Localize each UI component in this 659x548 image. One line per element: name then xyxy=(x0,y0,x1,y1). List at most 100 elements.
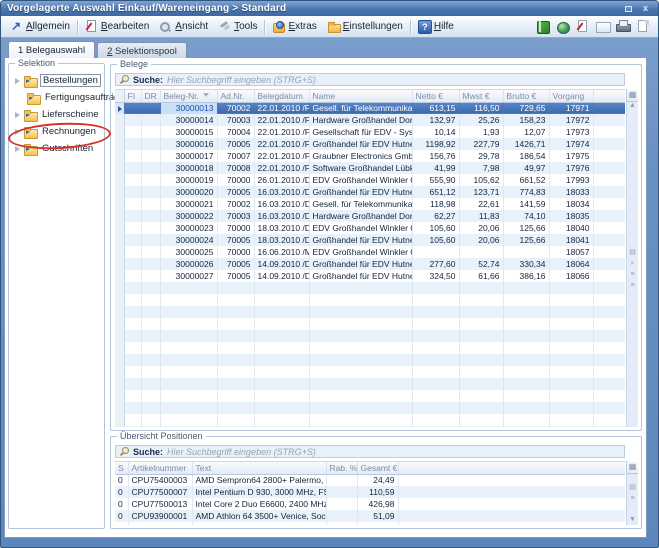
column-header[interactable]: S xyxy=(115,462,128,474)
cell: EDV Großhandel Winkler GmbH xyxy=(309,246,412,258)
grid-button-edit-icon[interactable]: ≡ xyxy=(630,493,634,504)
menu-item-allgemein[interactable]: Allgemein xyxy=(5,18,75,35)
grid-button-edit-icon[interactable]: ≡ xyxy=(630,269,634,280)
scroll-down-icon[interactable]: ▼ xyxy=(629,514,636,525)
cell xyxy=(217,294,254,306)
table-row[interactable]: 300000267000514.09.2010 /DiGroßhandel fü… xyxy=(115,258,625,270)
title-bar[interactable]: Vorgelagerte Auswahl Einkauf/Wareneingan… xyxy=(1,1,658,16)
edit-page-icon[interactable] xyxy=(576,20,590,33)
table-row[interactable]: 300000277000514.09.2010 /DiGroßhandel fü… xyxy=(115,270,625,282)
row-indicator xyxy=(115,114,124,126)
column-header[interactable]: Artikelnummer xyxy=(128,462,192,474)
tab-belegauswahl[interactable]: 1 Belegauswahl xyxy=(8,41,95,58)
menu-item-einstellungen[interactable]: Einstellungen xyxy=(322,18,408,35)
cell: 386,16 xyxy=(503,270,549,282)
grid-button-find-icon[interactable]: ⌕ xyxy=(631,258,635,269)
table-row[interactable]: 300000187000822.01.2010 /FrSoftware Groß… xyxy=(115,162,625,174)
empty-row xyxy=(115,282,625,294)
cell: AMD Athlon 64 3500+ Venice, Sockel 939 xyxy=(192,510,326,522)
tree-item-gutschriften[interactable]: Gutschriften xyxy=(13,140,102,157)
cell: 125,66 xyxy=(503,222,549,234)
menu-item-bearbeiten[interactable]: Bearbeiten xyxy=(80,18,154,35)
column-header[interactable]: Name xyxy=(309,90,412,102)
expand-arrow-icon[interactable] xyxy=(13,129,21,135)
column-chooser-icon[interactable]: ▦ xyxy=(626,89,638,102)
table-row[interactable]: 300000147000322.01.2010 /FrHardware Groß… xyxy=(115,114,625,126)
cell xyxy=(217,366,254,378)
tree-item-lieferscheine[interactable]: Lieferscheine xyxy=(13,106,102,123)
grid-button-panel-icon[interactable]: ▤ xyxy=(629,247,636,258)
grid-button-panel-icon[interactable]: ▤ xyxy=(629,482,636,493)
table-row[interactable]: 0CPU77500013Intel Core 2 Duo E6600, 2400… xyxy=(115,498,625,510)
tree-item-rechnungen[interactable]: Rechnungen xyxy=(13,123,102,140)
cell: 10,14 xyxy=(412,126,459,138)
table-row[interactable]: 0CPU77500007Intel Pentium D 930, 3000 MH… xyxy=(115,486,625,498)
printer-icon[interactable] xyxy=(616,20,630,33)
column-header[interactable]: Brutto € xyxy=(503,90,549,102)
column-header[interactable]: Mwst € xyxy=(459,90,503,102)
table-row[interactable]: 300000247000518.03.2010 /DoGroßhandel fü… xyxy=(115,234,625,246)
globe-icon[interactable] xyxy=(556,20,570,33)
cell xyxy=(412,390,459,402)
column-header[interactable]: Vorgang xyxy=(549,90,593,102)
green-book-icon[interactable] xyxy=(536,20,550,33)
cell: EDV Großhandel Winkler GmbH xyxy=(309,222,412,234)
menu-item-hilfe[interactable]: Hilfe xyxy=(413,18,459,35)
table-row[interactable]: 300000197000026.01.2010 /DiEDV Großhande… xyxy=(115,174,625,186)
belege-grid-scrollbar[interactable]: ⊼ ▲ ▤ ⌕ ≡ ≡ xyxy=(626,89,638,427)
table-row[interactable]: 300000207000516.03.2010 /DiGroßhandel fü… xyxy=(115,186,625,198)
cell xyxy=(141,390,160,402)
column-header[interactable]: DR xyxy=(141,90,160,102)
expand-arrow-icon[interactable] xyxy=(13,78,21,84)
restore-icon[interactable] xyxy=(622,3,635,14)
row-indicator xyxy=(115,210,124,222)
column-header[interactable]: Belegdatum xyxy=(254,90,309,102)
cell xyxy=(309,366,412,378)
table-row[interactable]: 300000237000018.03.2010 /DoEDV Großhande… xyxy=(115,222,625,234)
cell: 51,09 xyxy=(357,510,398,522)
tree-item-fertigungsauftraege[interactable]: Fertigungsaufträge xyxy=(13,89,102,106)
tree-item-bestellungen[interactable]: Bestellungen xyxy=(13,72,102,89)
table-row[interactable]: 0CPU93900001AMD Athlon 64 3500+ Venice, … xyxy=(115,510,625,522)
menu-item-tools[interactable]: Tools xyxy=(213,18,262,35)
cell: 17993 xyxy=(549,174,593,186)
cell: 30000024 xyxy=(160,234,217,246)
tab-selektionspool[interactable]: 2 Selektionspool xyxy=(97,42,187,58)
close-icon[interactable]: x xyxy=(639,3,652,14)
row-indicator xyxy=(115,330,124,342)
menu-item-ansicht[interactable]: Ansicht xyxy=(154,18,213,35)
cell xyxy=(549,342,593,354)
table-row[interactable]: 300000257000016.06.2010 /MiEDV Großhande… xyxy=(115,246,625,258)
menu-item-extras[interactable]: Extras xyxy=(267,18,321,35)
column-header[interactable]: Ad.Nr. xyxy=(217,90,254,102)
table-row[interactable]: 300000227000316.03.2010 /DiHardware Groß… xyxy=(115,210,625,222)
table-row[interactable]: 300000167000522.01.2010 /FrGroßhandel fü… xyxy=(115,138,625,150)
column-header[interactable]: Netto € xyxy=(412,90,459,102)
column-header[interactable]: Beleg-Nr. xyxy=(160,90,217,102)
table-row[interactable]: 300000217000216.03.2010 /DiGesell. für T… xyxy=(115,198,625,210)
column-header[interactable]: Gesamt € xyxy=(357,462,398,474)
new-page-icon[interactable] xyxy=(636,20,650,33)
table-row[interactable]: 300000157000422.01.2010 /FrGesellschaft … xyxy=(115,126,625,138)
column-chooser-icon[interactable]: ▦ xyxy=(626,461,638,474)
cell xyxy=(141,402,160,414)
column-header[interactable]: Rab. % xyxy=(326,462,357,474)
cell xyxy=(141,186,160,198)
envelope-icon[interactable] xyxy=(596,20,610,33)
column-header[interactable]: FI xyxy=(124,90,141,102)
cell: 18041 xyxy=(549,234,593,246)
positionen-group-label: Übersicht Positionen xyxy=(117,431,206,441)
table-row[interactable]: 300000137000222.01.2010 /FrGesell. für T… xyxy=(115,102,625,114)
expand-arrow-icon[interactable] xyxy=(13,112,21,118)
column-header[interactable]: Text xyxy=(192,462,326,474)
table-row[interactable]: 0CPU75400003AMD Sempron64 2800+ Palermo,… xyxy=(115,474,625,486)
cell xyxy=(309,282,412,294)
expand-arrow-icon[interactable] xyxy=(13,146,21,152)
belege-search-bar[interactable]: Suche: Hier Suchbegriff eingeben (STRG+S… xyxy=(115,73,625,86)
cell xyxy=(459,330,503,342)
cell xyxy=(254,414,309,426)
table-row[interactable]: 300000177000722.01.2010 /FrGraubner Elec… xyxy=(115,150,625,162)
grid-button-filter-icon[interactable]: ≡ xyxy=(630,280,634,291)
positionen-search-bar[interactable]: Suche: Hier Suchbegriff eingeben (STRG+S… xyxy=(115,445,625,458)
empty-row xyxy=(115,306,625,318)
